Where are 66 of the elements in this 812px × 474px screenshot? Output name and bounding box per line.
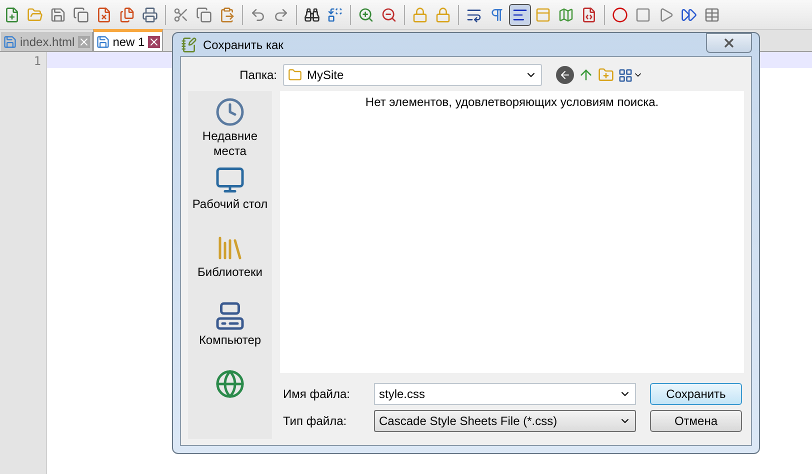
place-item[interactable]: Библиотеки xyxy=(188,231,272,299)
file-tab[interactable]: new 1 xyxy=(92,29,163,51)
copy-icon xyxy=(73,6,89,22)
zoom-in-icon xyxy=(358,6,374,22)
map-icon xyxy=(558,6,574,22)
close-icon xyxy=(722,36,736,50)
panel-icon xyxy=(535,6,551,22)
pilcrow-icon xyxy=(489,6,505,22)
close-icon xyxy=(148,36,160,48)
floppy-icon xyxy=(3,34,17,48)
fast-forward-icon xyxy=(681,6,697,22)
lock-icon xyxy=(412,6,428,22)
cancel-button[interactable]: Отмена xyxy=(650,410,742,432)
notepad-icon xyxy=(181,36,197,52)
empty-message: Нет элементов, удовлетворяющих условиям поиска. xyxy=(365,94,659,111)
computer-icon xyxy=(215,301,245,331)
scissors-icon xyxy=(173,6,189,22)
new-file-icon xyxy=(4,6,20,22)
indent-guide-icon xyxy=(512,6,528,22)
code-file-icon xyxy=(581,6,597,22)
lock-icon xyxy=(435,6,451,22)
up-arrow-icon xyxy=(578,67,594,83)
replace-icon xyxy=(327,6,343,22)
redo-icon xyxy=(273,6,289,22)
line-number: 1 xyxy=(32,53,42,68)
save-button[interactable]: Сохранить xyxy=(650,383,742,405)
record-icon xyxy=(612,6,628,22)
dialog-title: Сохранить как xyxy=(203,36,284,54)
filetype-dropdown[interactable]: Cascade Style Sheets File (*.css) xyxy=(374,410,636,432)
up-folder-button[interactable] xyxy=(578,67,594,83)
toolbar-button[interactable] xyxy=(509,4,531,26)
folder-dropdown[interactable]: MySite xyxy=(283,64,542,86)
filetype-label: Тип файла: xyxy=(282,413,348,430)
globe-icon xyxy=(215,369,245,399)
open-folder-icon xyxy=(27,6,43,22)
folder-label: Папка: xyxy=(238,67,278,84)
printer-icon xyxy=(142,6,158,22)
close-icon xyxy=(78,36,90,48)
view-menu-button[interactable] xyxy=(618,68,643,82)
files-icon xyxy=(119,6,135,22)
close-file-icon xyxy=(96,6,112,22)
table-icon xyxy=(704,6,720,22)
folder-icon xyxy=(288,68,302,82)
wrap-text-icon xyxy=(466,6,482,22)
back-button[interactable] xyxy=(556,66,574,84)
place-item[interactable]: Компьютер xyxy=(188,299,272,367)
copy-icon xyxy=(196,6,212,22)
zoom-out-icon xyxy=(381,6,397,22)
place-item[interactable]: Рабочий стол xyxy=(188,163,272,231)
save-icon xyxy=(50,6,66,22)
floppy-icon xyxy=(96,34,110,48)
file-tab[interactable]: index.html xyxy=(1,32,93,51)
grid-icon xyxy=(618,68,633,82)
play-icon xyxy=(658,6,674,22)
clock-icon xyxy=(215,97,245,127)
filename-label: Имя файла: xyxy=(282,386,351,403)
binoculars-icon xyxy=(304,6,320,22)
filename-field[interactable]: style.css xyxy=(374,383,636,405)
monitor-icon xyxy=(215,165,245,195)
stop-icon xyxy=(635,6,651,22)
paste-icon xyxy=(219,6,235,22)
undo-icon xyxy=(250,6,266,22)
close-button[interactable] xyxy=(706,33,752,53)
new-folder-icon xyxy=(598,67,614,83)
place-item[interactable]: Недавние места xyxy=(188,95,272,163)
back-arrow-icon xyxy=(559,69,571,81)
